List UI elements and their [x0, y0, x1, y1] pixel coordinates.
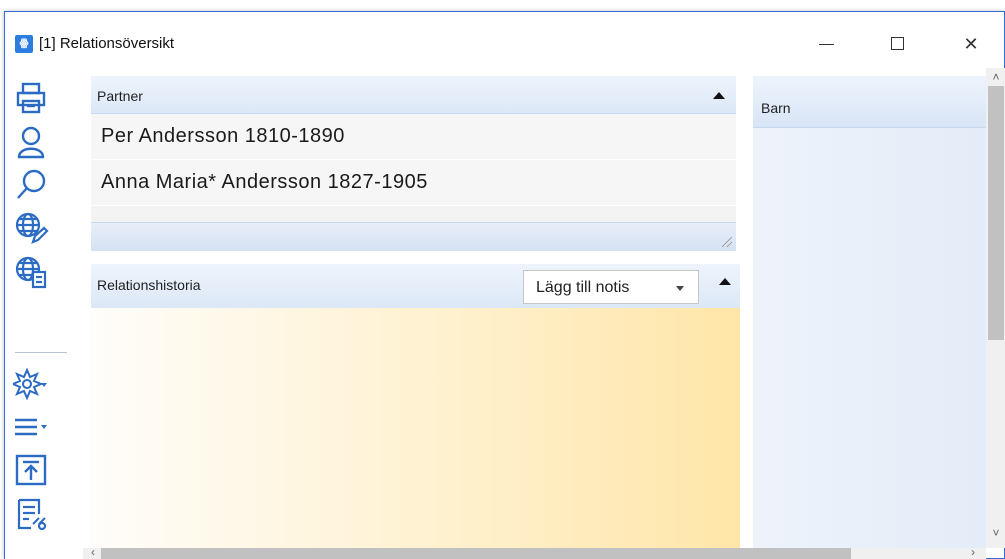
- printer-icon: [16, 82, 46, 114]
- partner-row[interactable]: Anna Maria* Andersson 1827-1905: [91, 160, 736, 206]
- collapse-up-icon[interactable]: [719, 278, 731, 285]
- chevron-down-icon: [676, 286, 684, 291]
- scroll-up-icon[interactable]: ˄: [986, 70, 1005, 84]
- export-button[interactable]: [13, 452, 49, 488]
- globe-document-icon: [15, 256, 47, 289]
- partner-panel: Partner Per Andersson 1810-1890 Anna Mar…: [91, 76, 736, 251]
- print-button[interactable]: [13, 80, 49, 116]
- title-bar[interactable]: ꙮ [1] Relationsöversikt ✕: [5, 12, 1004, 67]
- person-icon: [17, 126, 45, 159]
- partner-row[interactable]: Per Andersson 1810-1890: [91, 114, 736, 160]
- maximize-button[interactable]: [875, 24, 921, 64]
- export-icon: [15, 454, 47, 486]
- toolbar-divider: [15, 352, 67, 353]
- children-header[interactable]: Barn: [753, 76, 986, 128]
- children-header-label: Barn: [761, 100, 791, 116]
- vertical-scrollbar[interactable]: ˄ ˅: [986, 68, 1005, 548]
- resize-grip-icon[interactable]: [722, 237, 732, 247]
- maximize-icon: [891, 37, 904, 50]
- minimize-button[interactable]: [803, 24, 849, 64]
- children-panel: Barn: [753, 76, 986, 548]
- partner-footer: [91, 222, 736, 251]
- horizontal-scroll-thumb[interactable]: [101, 548, 851, 559]
- relation-history-body[interactable]: [91, 308, 740, 559]
- partner-list: Per Andersson 1810-1890 Anna Maria* Ande…: [91, 114, 736, 222]
- person-button[interactable]: [13, 124, 49, 160]
- horizontal-scrollbar[interactable]: ‹ ›: [83, 545, 986, 559]
- window-title: [1] Relationsöversikt: [39, 35, 175, 52]
- relation-overview-window: ꙮ [1] Relationsöversikt ✕ Partner Per An…: [4, 11, 1005, 559]
- relation-history-label: Relationshistoria: [97, 277, 201, 293]
- collapse-up-icon[interactable]: [713, 92, 725, 99]
- vertical-scroll-thumb[interactable]: [988, 86, 1004, 340]
- add-note-label: Lägg till notis: [536, 279, 630, 296]
- relation-history-panel: Relationshistoria Lägg till notis: [91, 264, 740, 559]
- report-icon: [17, 498, 47, 531]
- scroll-right-icon[interactable]: ›: [963, 545, 983, 559]
- globe-edit-button[interactable]: [13, 210, 49, 246]
- scroll-left-icon[interactable]: ‹: [83, 545, 103, 559]
- star-menu-button[interactable]: [10, 366, 49, 402]
- add-note-dropdown[interactable]: Lägg till notis: [523, 270, 699, 304]
- app-icon: ꙮ: [15, 35, 33, 53]
- left-toolbar: [5, 68, 83, 559]
- partner-name: Anna Maria* Andersson 1827-1905: [101, 171, 428, 193]
- report-button[interactable]: [13, 496, 49, 532]
- search-icon: [17, 169, 46, 199]
- list-menu-icon: [15, 418, 47, 436]
- minimize-icon: [819, 44, 834, 45]
- globe-edit-icon: [15, 212, 49, 244]
- relation-history-header: Relationshistoria Lägg till notis: [91, 264, 740, 308]
- star-menu-icon: [10, 367, 47, 401]
- partner-header[interactable]: Partner: [91, 76, 736, 114]
- close-button[interactable]: ✕: [948, 24, 994, 64]
- search-button[interactable]: [13, 167, 49, 203]
- partner-header-label: Partner: [97, 88, 143, 104]
- close-icon: ✕: [963, 34, 979, 54]
- scroll-down-icon[interactable]: ˅: [986, 526, 1005, 540]
- partner-name: Per Andersson 1810-1890: [101, 125, 345, 147]
- globe-document-button[interactable]: [13, 254, 49, 290]
- list-menu-button[interactable]: [13, 409, 49, 445]
